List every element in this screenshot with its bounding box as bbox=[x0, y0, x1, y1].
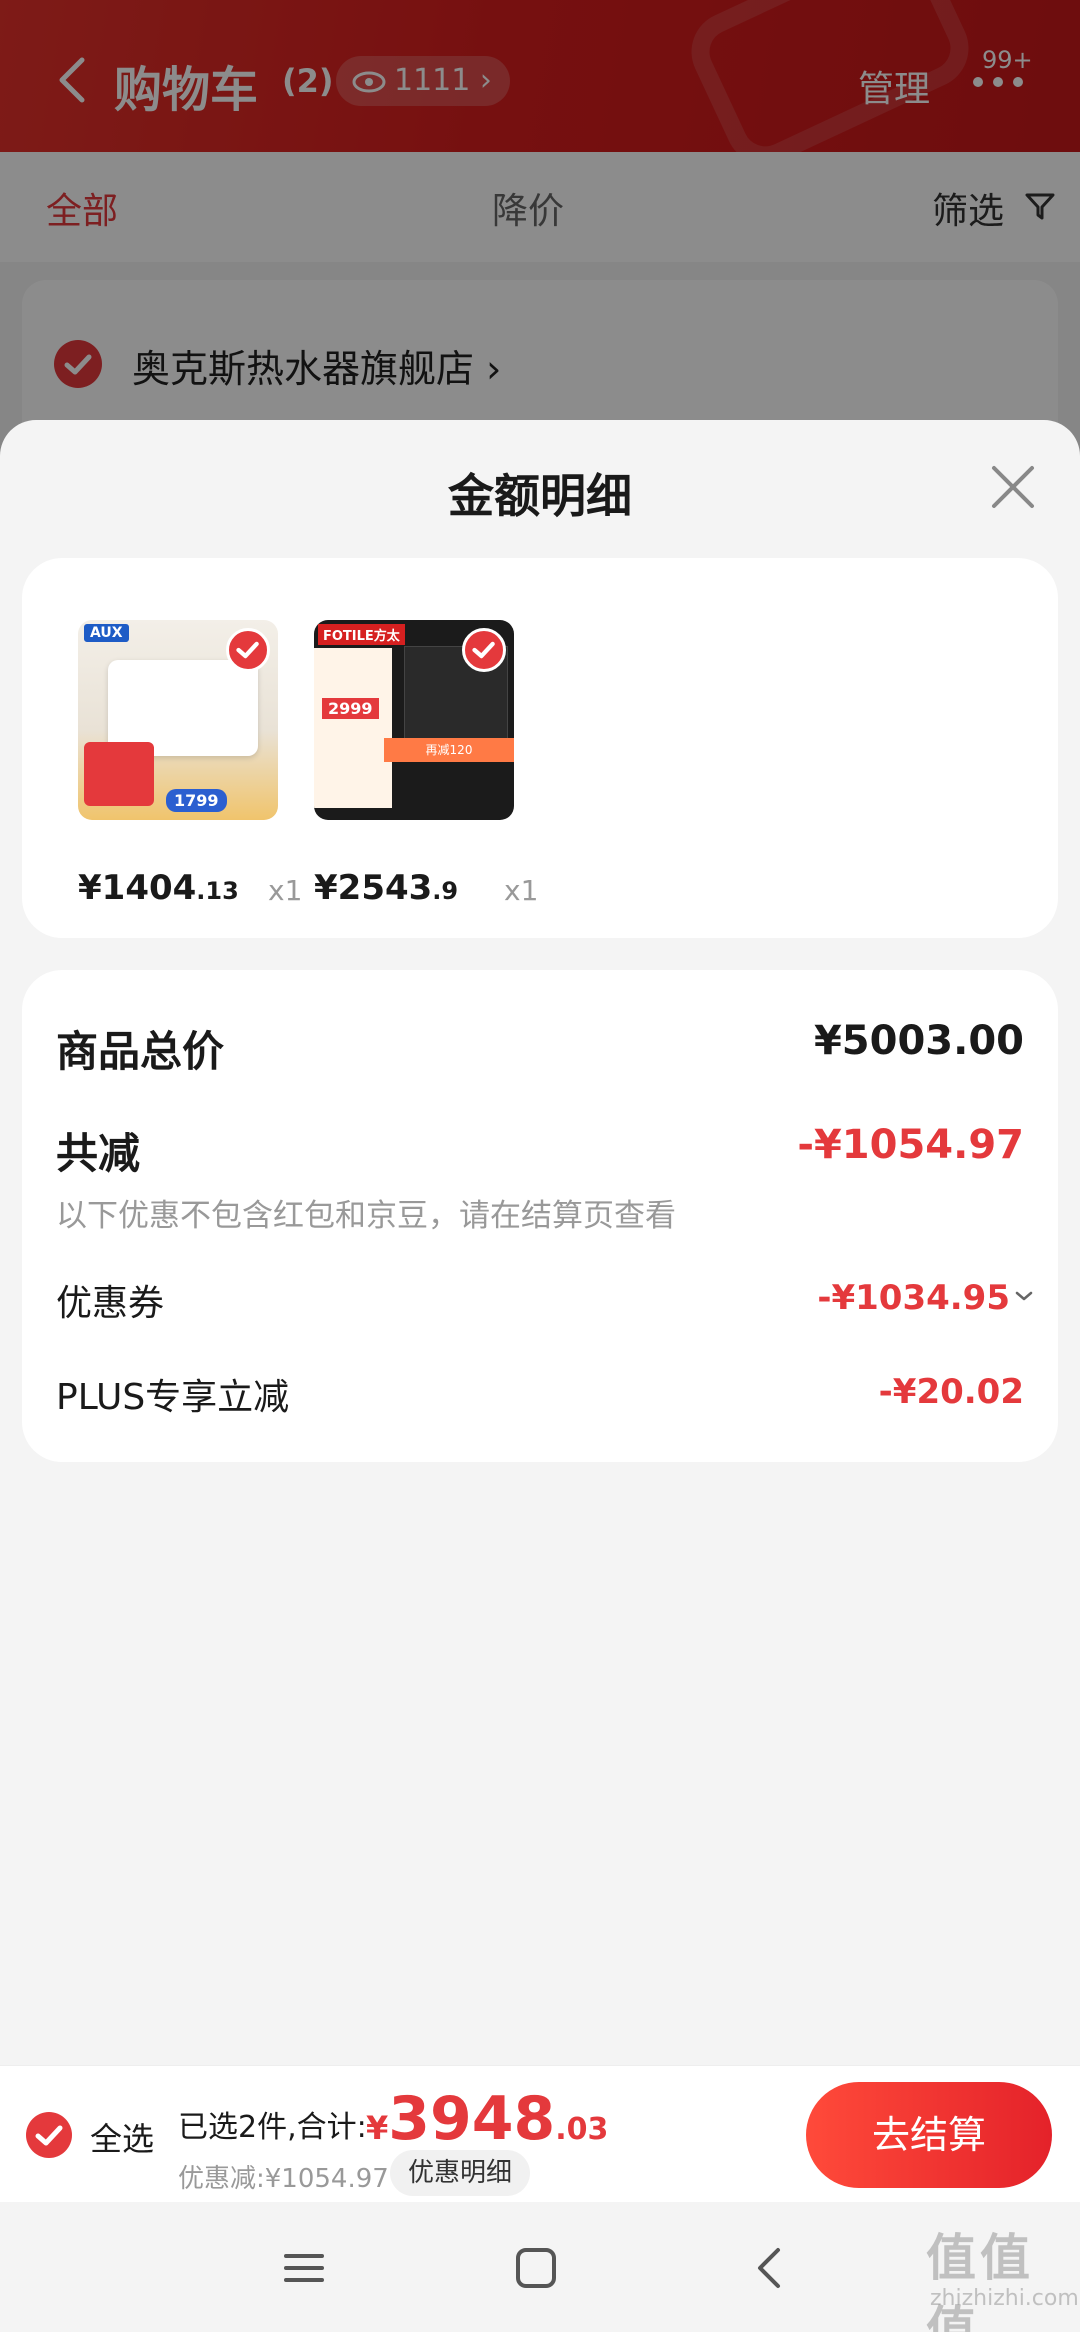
promo-strip: 再减120 bbox=[384, 738, 514, 762]
product-thumbnail[interactable]: AUX 1799 bbox=[78, 620, 278, 820]
total-reduction-value: -¥1054.97 bbox=[797, 1122, 1024, 1168]
home-icon[interactable] bbox=[514, 2246, 558, 2290]
product-item[interactable]: 2999 FOTILE方太 再减120 ¥2543.9 x1 bbox=[314, 620, 538, 908]
amount-detail-sheet: 金额明细 AUX 1799 ¥1404.13 x1 2999 FOTILE方太 … bbox=[0, 420, 1080, 2065]
coupon-value[interactable]: -¥1034.95 bbox=[817, 1278, 1010, 1318]
plus-discount-value: -¥20.02 bbox=[878, 1372, 1024, 1412]
watermark-url: zhizhizhi.com bbox=[930, 2286, 1079, 2311]
product-price: ¥2543.9 bbox=[314, 868, 459, 908]
thumb-price-tag: 2999 bbox=[322, 698, 379, 719]
discount-amount: 优惠减:¥1054.97 bbox=[178, 2164, 389, 2194]
sheet-title: 金额明细 bbox=[448, 469, 632, 523]
promo-label bbox=[84, 742, 154, 806]
plus-discount-label: PLUS专享立减 bbox=[56, 1377, 290, 1418]
select-all-checkbox[interactable] bbox=[26, 2112, 72, 2158]
discount-note: 以下优惠不包含红包和京豆，请在结算页查看 bbox=[56, 1198, 676, 1234]
product-qty: x1 bbox=[504, 874, 539, 907]
thumb-price-tag: 1799 bbox=[166, 789, 227, 812]
product-thumbnail[interactable]: 2999 FOTILE方太 再减120 bbox=[314, 620, 514, 820]
checkout-button[interactable]: 去结算 bbox=[806, 2082, 1052, 2188]
back-nav-icon[interactable] bbox=[748, 2246, 792, 2290]
selected-check bbox=[462, 628, 506, 672]
recent-apps-icon[interactable] bbox=[282, 2246, 326, 2290]
brand-logo: FOTILE方太 bbox=[318, 624, 405, 645]
selected-check bbox=[226, 628, 270, 672]
discount-detail-button[interactable]: 优惠明细 bbox=[390, 2150, 531, 2196]
check-icon bbox=[472, 641, 495, 659]
select-all-label[interactable]: 全选 bbox=[90, 2114, 154, 2160]
watermark-logo: 值值值 bbox=[926, 2229, 1034, 2332]
products-card: AUX 1799 ¥1404.13 x1 2999 FOTILE方太 再减120… bbox=[22, 558, 1058, 938]
close-icon[interactable] bbox=[990, 464, 1036, 510]
coupon-label: 优惠券 bbox=[56, 1283, 165, 1324]
promo-panel: 2999 bbox=[314, 648, 392, 808]
product-qty: x1 bbox=[268, 874, 303, 907]
chevron-down-icon[interactable] bbox=[1014, 1286, 1034, 1306]
brand-logo: AUX bbox=[84, 624, 129, 642]
total-price-value: ¥5003.00 bbox=[813, 1018, 1024, 1064]
check-icon bbox=[236, 641, 259, 659]
system-nav-bar: 值值值 zhizhizhi.com bbox=[0, 2202, 1080, 2332]
price-summary-card: 商品总价 ¥5003.00 共减 -¥1054.97 以下优惠不包含红包和京豆，… bbox=[22, 970, 1058, 1462]
total-price-label: 商品总价 bbox=[56, 1027, 225, 1076]
check-icon bbox=[35, 2125, 63, 2146]
checkout-bar: 全选 已选2件,合计: ¥3948.03 优惠减:¥1054.97 优惠明细 去… bbox=[0, 2065, 1080, 2202]
total-reduction-label: 共减 bbox=[56, 1129, 141, 1178]
product-item[interactable]: AUX 1799 ¥1404.13 x1 bbox=[78, 620, 302, 908]
product-price: ¥1404.13 bbox=[78, 868, 239, 908]
grand-total: ¥3948.03 bbox=[366, 2084, 609, 2154]
selected-summary: 已选2件,合计: bbox=[178, 2110, 367, 2145]
